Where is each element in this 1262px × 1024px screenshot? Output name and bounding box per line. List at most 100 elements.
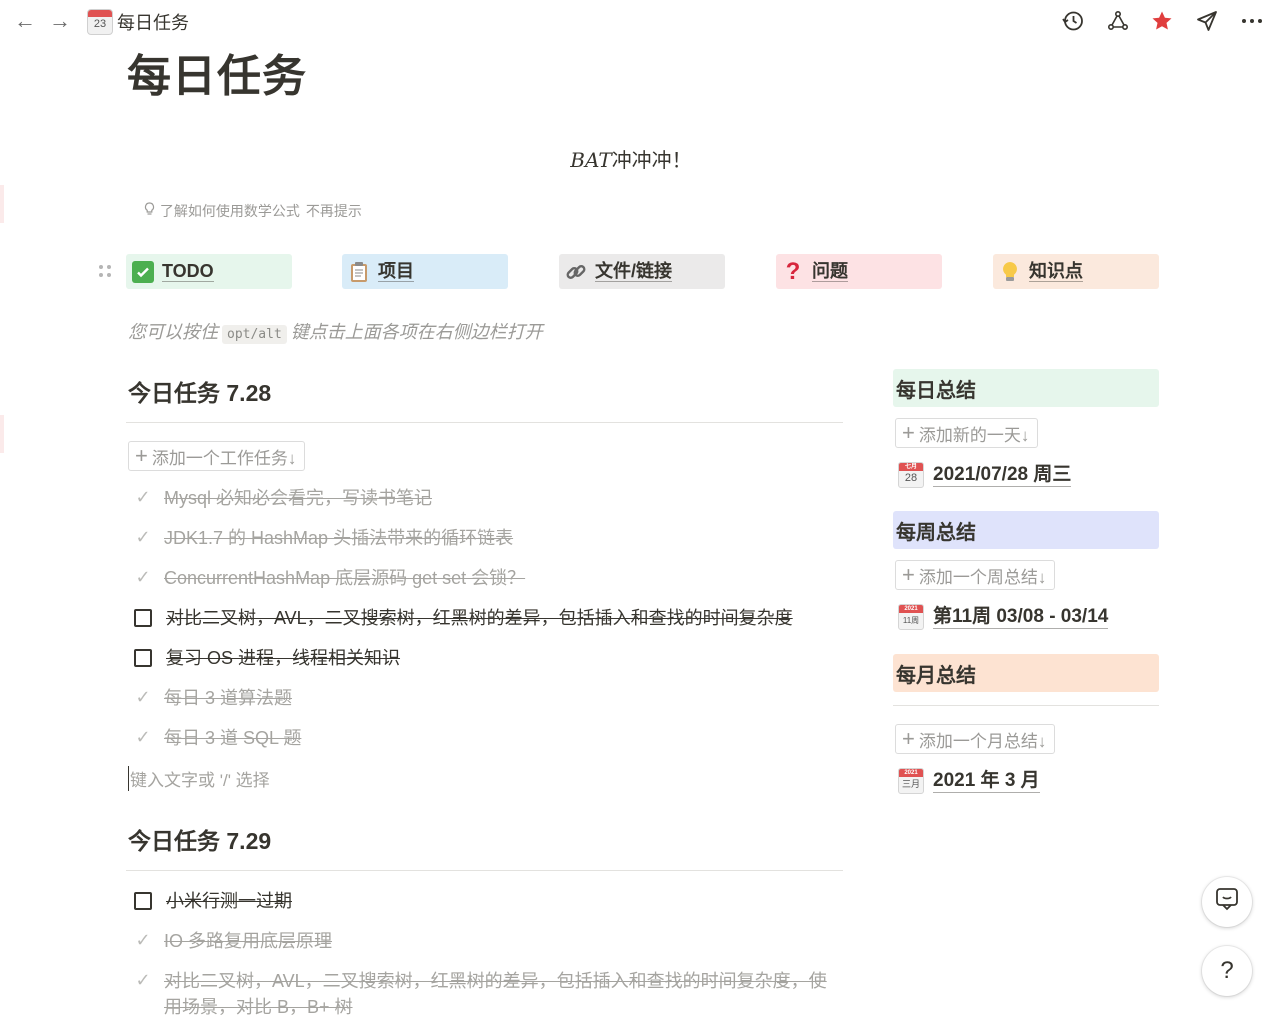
- page-title[interactable]: 每日任务: [127, 40, 307, 104]
- lightbulb-outline-icon: [143, 202, 160, 219]
- favorite-star-icon[interactable]: [1149, 8, 1175, 34]
- math-equation[interactable]: BAT冲冲冲！: [0, 144, 1262, 173]
- tip-before: 您可以按住: [128, 322, 218, 342]
- link-label: 第11周 03/08 - 03/14: [933, 605, 1109, 629]
- todo-item[interactable]: ✓ Mysql 必知必会看完，写读书笔记: [134, 485, 432, 511]
- send-icon[interactable]: [1194, 8, 1220, 34]
- cal-top: 七月: [899, 463, 923, 471]
- weekly-summary-heading[interactable]: 每周总结: [893, 511, 1159, 549]
- todo-item[interactable]: 复习 OS 进程，线程相关知识: [134, 645, 400, 671]
- checkmark-icon[interactable]: ✓: [134, 970, 152, 990]
- checkmark-icon[interactable]: ✓: [134, 487, 152, 507]
- math-italic-text: BAT: [570, 148, 612, 172]
- divider: [126, 422, 843, 423]
- category-label: 文件/链接: [595, 261, 673, 282]
- calendar-day: 23: [93, 18, 107, 30]
- section-heading-728[interactable]: 今日任务 7.28: [128, 374, 271, 408]
- category-project-button[interactable]: 项目: [342, 254, 508, 289]
- divider: [893, 705, 1159, 706]
- add-new-day-button[interactable]: + 添加新的一天↓: [895, 418, 1039, 448]
- dismiss-hint-button[interactable]: 不再提示: [306, 203, 362, 219]
- text-input-placeholder[interactable]: 键入文字或 '/' 选择: [128, 766, 270, 791]
- todo-item[interactable]: ✓ JDK1.7 的 HashMap 头插法带来的循环链表: [134, 525, 513, 551]
- lightbulb-icon: [999, 261, 1021, 283]
- checkbox[interactable]: [134, 649, 152, 667]
- checkmark-icon[interactable]: ✓: [134, 527, 152, 547]
- checkmark-icon[interactable]: ✓: [134, 930, 152, 950]
- todo-item[interactable]: 小米行测一过期: [134, 888, 292, 914]
- add-work-task-button[interactable]: + 添加一个工作任务↓: [128, 441, 306, 471]
- category-label: 知识点: [1029, 261, 1083, 282]
- checkmark-icon[interactable]: ✓: [134, 687, 152, 707]
- todo-text[interactable]: 每日 3 道算法题: [164, 685, 292, 711]
- chat-bubble-icon: [1214, 886, 1240, 919]
- todo-text[interactable]: IO 多路复用底层原理: [164, 928, 332, 954]
- todo-text[interactable]: 对比二叉树，AVL，二叉搜索树，红黑树的差异，包括插入和查找的时间复杂度，使用场…: [164, 968, 829, 1020]
- todo-item[interactable]: 对比二叉树，AVL，二叉搜索树，红黑树的差异，包括插入和查找的时间复杂度: [134, 605, 793, 631]
- cal-num: 三月: [901, 779, 920, 789]
- todo-text[interactable]: 每日 3 道 SQL 题: [164, 725, 301, 751]
- history-icon[interactable]: [1060, 8, 1086, 34]
- category-questions-button[interactable]: ? 问题: [776, 254, 942, 289]
- help-button[interactable]: ?: [1202, 946, 1252, 996]
- learn-math-link[interactable]: 了解如何使用数学公式: [160, 203, 300, 219]
- divider: [126, 870, 843, 871]
- forward-button[interactable]: →: [47, 8, 73, 34]
- category-knowledge-button[interactable]: 知识点: [993, 254, 1159, 289]
- add-button-label: 添加新的一天↓: [918, 425, 1030, 445]
- math-hint: 了解如何使用数学公式 不再提示: [143, 201, 362, 221]
- breadcrumb-page-title[interactable]: 每日任务: [117, 9, 189, 35]
- todo-text[interactable]: Mysql 必知必会看完，写读书笔记: [164, 485, 432, 511]
- plus-icon: +: [902, 420, 915, 445]
- checkmark-icon[interactable]: ✓: [134, 567, 152, 587]
- plus-icon: +: [902, 562, 915, 587]
- link-label: 2021/07/28 周三: [933, 463, 1072, 487]
- edge-mark: [0, 185, 4, 223]
- monthly-summary-link[interactable]: 2021 三月 2021 年 3 月: [898, 768, 1040, 794]
- clipboard-icon: [348, 261, 370, 283]
- checkmark-icon[interactable]: ✓: [134, 727, 152, 747]
- todo-item[interactable]: ✓ IO 多路复用底层原理: [134, 928, 332, 954]
- category-label: 问题: [812, 261, 848, 282]
- monthly-summary-heading[interactable]: 每月总结: [893, 654, 1159, 692]
- feedback-button[interactable]: [1202, 877, 1252, 927]
- more-icon[interactable]: [1239, 8, 1262, 34]
- plus-icon: +: [135, 443, 148, 468]
- calendar-icon: 2021 三月: [898, 768, 924, 794]
- link-label: 2021 年 3 月: [933, 769, 1040, 793]
- add-month-summary-button[interactable]: + 添加一个月总结↓: [895, 724, 1056, 754]
- checkbox[interactable]: [134, 609, 152, 627]
- category-label: TODO: [162, 261, 214, 282]
- question-icon: ?: [1220, 957, 1234, 984]
- todo-text[interactable]: 复习 OS 进程，线程相关知识: [166, 645, 400, 671]
- link-icon: [565, 261, 587, 283]
- todo-item[interactable]: ✓ 对比二叉树，AVL，二叉搜索树，红黑树的差异，包括插入和查找的时间复杂度，使用…: [134, 968, 829, 1020]
- todo-text[interactable]: 小米行测一过期: [166, 888, 292, 914]
- question-mark-icon: ?: [785, 257, 801, 285]
- cal-top: 2021: [899, 769, 923, 777]
- tip-text: 您可以按住 opt/alt 键点击上面各项在右侧边栏打开: [128, 318, 543, 344]
- checkbox[interactable]: [134, 892, 152, 910]
- add-button-label: 添加一个月总结↓: [918, 731, 1047, 751]
- back-button[interactable]: ←: [12, 8, 38, 34]
- add-week-summary-button[interactable]: + 添加一个周总结↓: [895, 560, 1056, 590]
- todo-item[interactable]: ✓ ConcurrentHashMap 底层源码 get set 会锁？: [134, 565, 525, 591]
- drag-handle-icon[interactable]: [99, 265, 113, 279]
- calendar-icon[interactable]: 23: [87, 9, 113, 35]
- daily-summary-heading[interactable]: 每日总结: [893, 369, 1159, 407]
- share-graph-icon[interactable]: [1105, 8, 1131, 34]
- weekly-summary-link[interactable]: 2021 11周 第11周 03/08 - 03/14: [898, 604, 1109, 630]
- category-todo-button[interactable]: TODO: [126, 254, 292, 289]
- check-mark-button-icon: [132, 260, 154, 283]
- todo-text[interactable]: JDK1.7 的 HashMap 头插法带来的循环链表: [164, 525, 513, 551]
- calendar-icon: 2021 11周: [898, 604, 924, 630]
- category-files-links-button[interactable]: 文件/链接: [559, 254, 725, 289]
- arrow-left-icon: ←: [14, 8, 36, 33]
- todo-item[interactable]: ✓ 每日 3 道算法题: [134, 685, 292, 711]
- todo-text[interactable]: 对比二叉树，AVL，二叉搜索树，红黑树的差异，包括插入和查找的时间复杂度: [166, 605, 793, 631]
- daily-summary-link[interactable]: 七月 28 2021/07/28 周三: [898, 462, 1072, 488]
- todo-item[interactable]: ✓ 每日 3 道 SQL 题: [134, 725, 301, 751]
- cal-num: 11周: [902, 616, 920, 625]
- section-heading-729[interactable]: 今日任务 7.29: [128, 822, 271, 856]
- todo-text[interactable]: ConcurrentHashMap 底层源码 get set 会锁？: [164, 565, 525, 591]
